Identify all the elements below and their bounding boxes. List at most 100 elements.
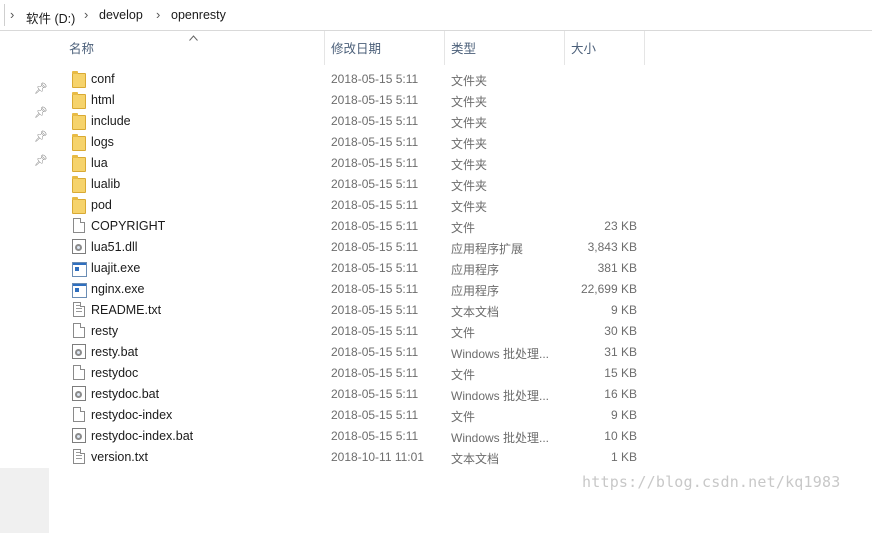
address-bar[interactable]: › 软件 (D:) › develop › openresty <box>0 0 872 31</box>
file-size: 9 KB <box>610 303 637 317</box>
file-date: 2018-05-15 5:11 <box>331 93 419 107</box>
file-size: 23 KB <box>604 219 637 233</box>
file-name: resty <box>91 324 119 338</box>
folder-icon <box>72 113 86 130</box>
navigation-pane-scrollbar[interactable] <box>0 468 49 533</box>
file-date: 2018-05-15 5:11 <box>331 156 419 170</box>
file-icon <box>73 218 85 233</box>
batch-file-icon <box>72 344 86 359</box>
list-item[interactable]: logs 2018-05-15 5:11 文件夹 <box>66 131 656 152</box>
list-item[interactable]: restydoc.bat 2018-05-15 5:11 Windows 批处理… <box>66 383 656 404</box>
folder-icon <box>72 155 86 172</box>
file-type: 文件 <box>451 326 476 340</box>
file-date: 2018-10-11 11:01 <box>331 450 424 464</box>
file-name: version.txt <box>91 450 148 464</box>
file-size: 16 KB <box>604 387 637 401</box>
file-type: 文件夹 <box>451 74 488 88</box>
file-icon <box>73 365 85 380</box>
file-name: restydoc.bat <box>91 387 160 401</box>
file-name: restydoc-index <box>91 408 173 422</box>
list-item[interactable]: README.txt 2018-05-15 5:11 文本文档 9 KB <box>66 299 656 320</box>
list-item[interactable]: nginx.exe 2018-05-15 5:11 应用程序 22,699 KB <box>66 278 656 299</box>
file-type: 应用程序扩展 <box>451 242 524 256</box>
file-name: README.txt <box>91 303 162 317</box>
breadcrumb-item-drive[interactable]: 软件 (D:) <box>26 8 75 27</box>
file-name: lua51.dll <box>91 240 138 254</box>
text-file-icon <box>73 302 85 317</box>
breadcrumb-chevron-icon[interactable]: › <box>84 7 88 22</box>
file-name: restydoc <box>91 366 139 380</box>
list-item[interactable]: luajit.exe 2018-05-15 5:11 应用程序 381 KB <box>66 257 656 278</box>
pin-icon: 📌︎ <box>34 131 48 143</box>
file-size: 381 KB <box>597 261 637 275</box>
list-item[interactable]: lua 2018-05-15 5:11 文件夹 <box>66 152 656 173</box>
breadcrumb-chevron-icon[interactable]: › <box>156 7 160 22</box>
folder-icon <box>72 92 86 109</box>
file-date: 2018-05-15 5:11 <box>331 261 419 275</box>
file-date: 2018-05-15 5:11 <box>331 72 419 86</box>
file-type: Windows 批处理... <box>451 431 550 445</box>
file-date: 2018-05-15 5:11 <box>331 240 419 254</box>
file-type: 文件夹 <box>451 137 488 151</box>
file-name: logs <box>91 135 114 149</box>
pin-icon: 📌︎ <box>34 107 48 119</box>
list-item[interactable]: restydoc 2018-05-15 5:11 文件 15 KB <box>66 362 656 383</box>
column-header-date[interactable]: 修改日期 <box>325 31 445 65</box>
list-item[interactable]: resty.bat 2018-05-15 5:11 Windows 批处理...… <box>66 341 656 362</box>
file-type: 文件夹 <box>451 158 488 172</box>
list-item[interactable]: pod 2018-05-15 5:11 文件夹 <box>66 194 656 215</box>
file-date: 2018-05-15 5:11 <box>331 408 419 422</box>
pin-icon: 📌︎ <box>34 83 48 95</box>
list-item[interactable]: version.txt 2018-10-11 11:01 文本文档 1 KB <box>66 446 656 467</box>
column-header-size[interactable]: 大小 <box>565 31 645 65</box>
file-name: nginx.exe <box>91 282 145 296</box>
file-name: include <box>91 114 131 128</box>
list-item[interactable]: lualib 2018-05-15 5:11 文件夹 <box>66 173 656 194</box>
file-date: 2018-05-15 5:11 <box>331 387 419 401</box>
breadcrumb-item-openresty[interactable]: openresty <box>171 8 226 22</box>
file-type: 应用程序 <box>451 263 500 277</box>
list-item[interactable]: restydoc-index 2018-05-15 5:11 文件 9 KB <box>66 404 656 425</box>
folder-icon <box>72 176 86 193</box>
breadcrumb-chevron-icon[interactable]: › <box>10 7 14 22</box>
file-name: restydoc-index.bat <box>91 429 194 443</box>
column-header: 名称 修改日期 类型 大小 <box>0 31 872 65</box>
file-icon <box>73 407 85 422</box>
file-name: conf <box>91 72 115 86</box>
file-type: 文件 <box>451 368 476 382</box>
file-name: luajit.exe <box>91 261 141 275</box>
file-name: html <box>91 93 115 107</box>
file-date: 2018-05-15 5:11 <box>331 198 419 212</box>
file-size: 9 KB <box>610 408 637 422</box>
list-item[interactable]: html 2018-05-15 5:11 文件夹 <box>66 89 656 110</box>
file-size: 3,843 KB <box>587 240 637 254</box>
file-date: 2018-05-15 5:11 <box>331 366 419 380</box>
file-type: 文件夹 <box>451 95 488 109</box>
text-file-icon <box>73 449 85 464</box>
file-size: 22,699 KB <box>580 282 637 296</box>
folder-icon <box>72 71 86 88</box>
dll-icon <box>72 239 86 254</box>
list-item[interactable]: restydoc-index.bat 2018-05-15 5:11 Windo… <box>66 425 656 446</box>
list-item[interactable]: resty 2018-05-15 5:11 文件 30 KB <box>66 320 656 341</box>
watermark: https://blog.csdn.net/kq1983 <box>582 473 841 491</box>
file-size: 15 KB <box>604 366 637 380</box>
exe-icon <box>72 283 87 298</box>
list-item[interactable]: conf 2018-05-15 5:11 文件夹 <box>66 68 656 89</box>
file-size: 31 KB <box>604 345 637 359</box>
file-name: COPYRIGHT <box>91 219 166 233</box>
column-header-type[interactable]: 类型 <box>445 31 565 65</box>
file-date: 2018-05-15 5:11 <box>331 303 419 317</box>
file-date: 2018-05-15 5:11 <box>331 219 419 233</box>
file-icon <box>73 323 85 338</box>
file-size: 30 KB <box>604 324 637 338</box>
list-item[interactable]: include 2018-05-15 5:11 文件夹 <box>66 110 656 131</box>
list-item[interactable]: lua51.dll 2018-05-15 5:11 应用程序扩展 3,843 K… <box>66 236 656 257</box>
chevron-up-icon <box>189 33 198 43</box>
file-date: 2018-05-15 5:11 <box>331 114 419 128</box>
file-type: Windows 批处理... <box>451 389 550 403</box>
list-item[interactable]: COPYRIGHT 2018-05-15 5:11 文件 23 KB <box>66 215 656 236</box>
file-date: 2018-05-15 5:11 <box>331 345 419 359</box>
breadcrumb-item-develop[interactable]: develop <box>99 8 143 22</box>
file-type: Windows 批处理... <box>451 347 550 361</box>
